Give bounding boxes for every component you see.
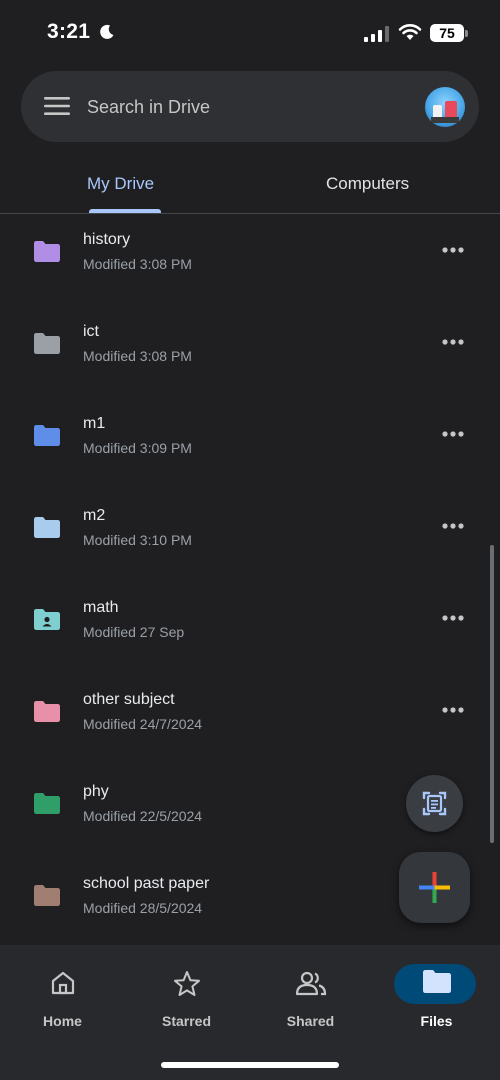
new-button[interactable] bbox=[399, 852, 470, 923]
list-item[interactable]: other subject Modified 24/7/2024 bbox=[0, 675, 500, 767]
folder-icon bbox=[34, 425, 60, 446]
home-indicator bbox=[161, 1062, 339, 1068]
status-time: 3:21 bbox=[47, 20, 91, 43]
avatar-shape bbox=[431, 117, 459, 123]
file-list: history Modified 3:08 PM ict Modified 3:… bbox=[0, 215, 500, 951]
list-item[interactable]: ict Modified 3:08 PM bbox=[0, 307, 500, 399]
home-icon bbox=[51, 971, 74, 995]
file-name: history bbox=[83, 231, 131, 248]
more-options-icon[interactable] bbox=[438, 698, 468, 722]
list-item[interactable]: math Modified 27 Sep bbox=[0, 583, 500, 675]
tab-my-drive[interactable]: My Drive bbox=[87, 174, 154, 194]
file-modified: Modified 24/7/2024 bbox=[83, 716, 203, 732]
file-name: m2 bbox=[83, 507, 106, 524]
scan-button[interactable] bbox=[406, 775, 463, 832]
file-name: math bbox=[83, 599, 119, 616]
file-name: phy bbox=[83, 783, 109, 800]
file-modified: Modified 22/5/2024 bbox=[83, 808, 203, 824]
file-name: school past paper bbox=[83, 875, 210, 892]
file-modified: Modified 3:08 PM bbox=[83, 348, 192, 364]
battery-indicator: 75 bbox=[430, 24, 464, 42]
more-options-icon[interactable] bbox=[438, 330, 468, 354]
folder-icon bbox=[34, 517, 60, 538]
scrollbar[interactable] bbox=[490, 545, 494, 843]
list-item[interactable]: history Modified 3:08 PM bbox=[0, 215, 500, 307]
file-modified: Modified 3:09 PM bbox=[83, 440, 192, 456]
search-bar bbox=[21, 71, 479, 142]
file-modified: Modified 27 Sep bbox=[83, 624, 185, 640]
wifi-icon bbox=[398, 24, 422, 40]
avatar[interactable] bbox=[425, 87, 465, 127]
plus-icon bbox=[419, 872, 450, 903]
shared-people-icon bbox=[295, 971, 326, 996]
tab-bar: My Drive Computers bbox=[0, 160, 500, 214]
signal-icon bbox=[364, 26, 389, 42]
tab-computers[interactable]: Computers bbox=[326, 174, 409, 194]
star-icon bbox=[173, 971, 200, 996]
search-input[interactable] bbox=[87, 92, 387, 122]
shared-folder-icon bbox=[34, 609, 60, 630]
nav-label: Shared bbox=[286, 1013, 335, 1029]
nav-shared[interactable]: Shared bbox=[248, 945, 373, 1045]
file-modified: Modified 3:08 PM bbox=[83, 256, 192, 272]
nav-starred[interactable]: Starred bbox=[124, 945, 249, 1045]
nav-home[interactable]: Home bbox=[0, 945, 125, 1045]
more-options-icon[interactable] bbox=[438, 514, 468, 538]
battery-cap bbox=[465, 30, 468, 37]
moon-icon bbox=[100, 24, 114, 39]
tab-selected-indicator bbox=[89, 209, 161, 213]
list-item[interactable]: m2 Modified 3:10 PM bbox=[0, 491, 500, 583]
folder-icon bbox=[34, 241, 60, 262]
file-name: m1 bbox=[83, 415, 106, 432]
nav-label: Home bbox=[43, 1013, 82, 1029]
file-name: ict bbox=[83, 323, 99, 340]
folder-icon bbox=[34, 701, 60, 722]
more-options-icon[interactable] bbox=[438, 238, 468, 262]
more-options-icon[interactable] bbox=[438, 606, 468, 630]
folder-icon bbox=[422, 970, 451, 993]
status-bar: 3:21 75 bbox=[0, 0, 500, 66]
folder-icon bbox=[34, 333, 60, 354]
bottom-navigation: Home Starred Shared Files bbox=[0, 945, 500, 1080]
list-item[interactable]: m1 Modified 3:09 PM bbox=[0, 399, 500, 491]
scan-document-icon bbox=[422, 791, 447, 816]
file-modified: Modified 28/5/2024 bbox=[83, 900, 203, 916]
folder-icon bbox=[34, 885, 60, 906]
more-options-icon[interactable] bbox=[438, 422, 468, 446]
folder-icon bbox=[34, 793, 60, 814]
menu-icon[interactable] bbox=[44, 95, 70, 117]
nav-files[interactable]: Files bbox=[374, 945, 499, 1045]
file-modified: Modified 3:10 PM bbox=[83, 532, 192, 548]
nav-label: Starred bbox=[161, 1013, 212, 1029]
nav-label: Files bbox=[420, 1013, 453, 1029]
file-name: other subject bbox=[83, 691, 175, 708]
